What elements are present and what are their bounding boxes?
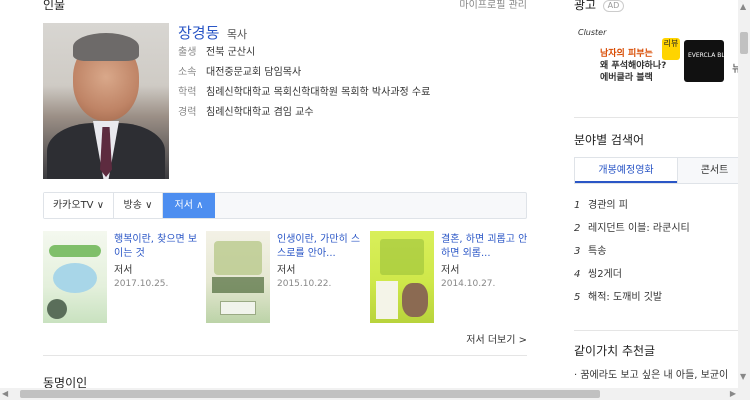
- info-affiliation: 소속 대전중문교회 담임목사: [178, 62, 527, 82]
- rank-number: 5: [574, 292, 581, 303]
- more-books-link[interactable]: 저서 더보기 >: [466, 331, 527, 346]
- rank-number: 4: [574, 269, 581, 280]
- info-label: 학력: [178, 87, 197, 98]
- rank-text[interactable]: 특송: [588, 246, 606, 257]
- profile-photo[interactable]: [43, 23, 169, 179]
- book-item[interactable]: 행복이란, 찾으면 보이는 것 저서 2017.10.25.: [43, 231, 203, 323]
- rank-number: 2: [574, 223, 581, 234]
- tab-books[interactable]: 저서 ∧: [163, 193, 215, 218]
- ranking-item[interactable]: 3 특송: [574, 245, 750, 268]
- category-title: 분야별 검색어: [574, 133, 645, 147]
- info-value: 침례신학대학교 겸임 교수: [206, 107, 314, 118]
- section-divider: [43, 355, 527, 356]
- person-name[interactable]: 장경동: [178, 24, 219, 42]
- book-title[interactable]: 결혼, 하면 괴롭고 안 하면 외롭...: [441, 233, 529, 261]
- rank-number: 3: [574, 246, 581, 257]
- rank-text[interactable]: 해적: 도깨비 깃발: [588, 292, 662, 303]
- product-label: EVERCLA BLACK: [688, 52, 737, 59]
- rank-text[interactable]: 레지던트 이블: 라쿤시티: [588, 223, 690, 234]
- info-career: 경력 침례신학대학교 겸임 교수: [178, 102, 527, 122]
- ad-copy-line: 에버클라 블랙: [600, 73, 653, 83]
- info-label: 출생: [178, 47, 197, 58]
- book-cover[interactable]: [206, 231, 270, 323]
- person-panel: 인물 마이프로필 관리 장경동 목사 출생 전북 군산시 소속 대전중문교회 담…: [43, 0, 527, 400]
- book-date: 2014.10.27.: [441, 279, 496, 289]
- name-row: 장경동 목사: [178, 22, 527, 42]
- tab-kakaotv[interactable]: 카카오TV ∨: [44, 193, 114, 218]
- side-divider: [574, 330, 750, 331]
- book-date: 2017.10.25.: [114, 279, 169, 289]
- ranking-item[interactable]: 1 경관의 피: [574, 199, 750, 222]
- book-type: 저서: [277, 265, 296, 276]
- book-cover[interactable]: [43, 231, 107, 323]
- tab-upcoming-movies[interactable]: 개봉예정영화: [575, 158, 677, 183]
- person-role: 목사: [226, 28, 248, 41]
- ranking-item[interactable]: 5 해적: 도깨비 깃발: [574, 291, 750, 314]
- profile-info: 장경동 목사 출생 전북 군산시 소속 대전중문교회 담임목사 학력 침례신학대…: [178, 22, 527, 122]
- ranking-item[interactable]: 4 씽2게더: [574, 268, 750, 291]
- info-value: 전북 군산시: [206, 47, 256, 58]
- book-cover[interactable]: [370, 231, 434, 323]
- info-label: 소속: [178, 67, 197, 78]
- rank-text[interactable]: 씽2게더: [588, 269, 622, 280]
- ranking-item[interactable]: 2 레지던트 이블: 라쿤시티: [574, 222, 750, 245]
- side-divider: [574, 117, 750, 118]
- tab-broadcast[interactable]: 방송 ∨: [114, 193, 163, 218]
- book-list: 행복이란, 찾으면 보이는 것 저서 2017.10.25. 인생이란, 가만히…: [43, 231, 527, 323]
- ad-header: 광고 AD: [574, 0, 625, 12]
- book-info: 결혼, 하면 괴롭고 안 하면 외롭... 저서 2014.10.27.: [441, 233, 529, 291]
- section-header: 인물 마이프로필 관리: [43, 0, 527, 12]
- ranking-list: 1 경관의 피 2 레지던트 이블: 라쿤시티 3 특송 4 씽2게더 5 해적: 도깨비…: [574, 199, 750, 314]
- ad-product-image: EVERCLA BLACK: [684, 40, 737, 82]
- book-info: 행복이란, 찾으면 보이는 것 저서 2017.10.25.: [114, 233, 202, 291]
- section-title: 인물: [43, 0, 66, 12]
- side-column: 광고 AD Cluster 남자의 피부는 왜 푸석해야하나? 에버클라 블랙 …: [552, 0, 750, 400]
- info-label: 경력: [178, 107, 197, 118]
- review-badge: 리뷰: [662, 38, 680, 60]
- scroll-down-icon[interactable]: ▼: [740, 372, 746, 381]
- recommend-item[interactable]: · 꿈에라도 보고 싶은 내 아들, 보균이: [574, 366, 728, 381]
- book-date: 2015.10.22.: [277, 279, 332, 289]
- category-tabs: 개봉예정영화 콘서트: [574, 157, 750, 184]
- horizontal-scrollbar[interactable]: ◀ ▶: [0, 388, 750, 400]
- scroll-up-icon[interactable]: ▲: [740, 2, 746, 11]
- info-education: 학력 침례신학대학교 목회신학대학원 목회학 박사과정 수료: [178, 82, 527, 102]
- recommend-title: 같이가치 추천글: [574, 344, 656, 358]
- book-info: 인생이란, 가만히 스스로를 안아... 저서 2015.10.22.: [277, 233, 365, 291]
- content-tabs: 카카오TV ∨ 방송 ∨ 저서 ∧: [43, 192, 527, 219]
- ad-logo: Cluster: [578, 28, 607, 37]
- book-item[interactable]: 인생이란, 가만히 스스로를 안아... 저서 2015.10.22.: [206, 231, 366, 323]
- scroll-right-icon[interactable]: ▶: [730, 389, 736, 398]
- ad-banner[interactable]: Cluster 남자의 피부는 왜 푸석해야하나? 에버클라 블랙 리뷰 EVE…: [574, 22, 737, 100]
- ad-title: 광고: [574, 0, 597, 12]
- scroll-thumb[interactable]: [20, 390, 600, 398]
- vertical-scrollbar[interactable]: ▲ ▼: [738, 0, 750, 388]
- manage-profile-link[interactable]: 마이프로필 관리: [459, 0, 527, 11]
- scroll-left-icon[interactable]: ◀: [2, 389, 8, 398]
- rank-text[interactable]: 경관의 피: [588, 200, 628, 211]
- book-title[interactable]: 인생이란, 가만히 스스로를 안아...: [277, 233, 365, 261]
- book-item[interactable]: 결혼, 하면 괴롭고 안 하면 외롭... 저서 2014.10.27.: [370, 231, 530, 323]
- info-value: 침례신학대학교 목회신학대학원 목회학 박사과정 수료: [206, 87, 431, 98]
- book-type: 저서: [114, 265, 133, 276]
- rank-number: 1: [574, 200, 581, 211]
- book-title[interactable]: 행복이란, 찾으면 보이는 것: [114, 233, 202, 261]
- scroll-thumb[interactable]: [740, 32, 748, 54]
- info-birth: 출생 전북 군산시: [178, 42, 527, 62]
- info-value: 대전중문교회 담임목사: [206, 67, 302, 78]
- ad-badge: AD: [602, 0, 625, 12]
- book-type: 저서: [441, 265, 460, 276]
